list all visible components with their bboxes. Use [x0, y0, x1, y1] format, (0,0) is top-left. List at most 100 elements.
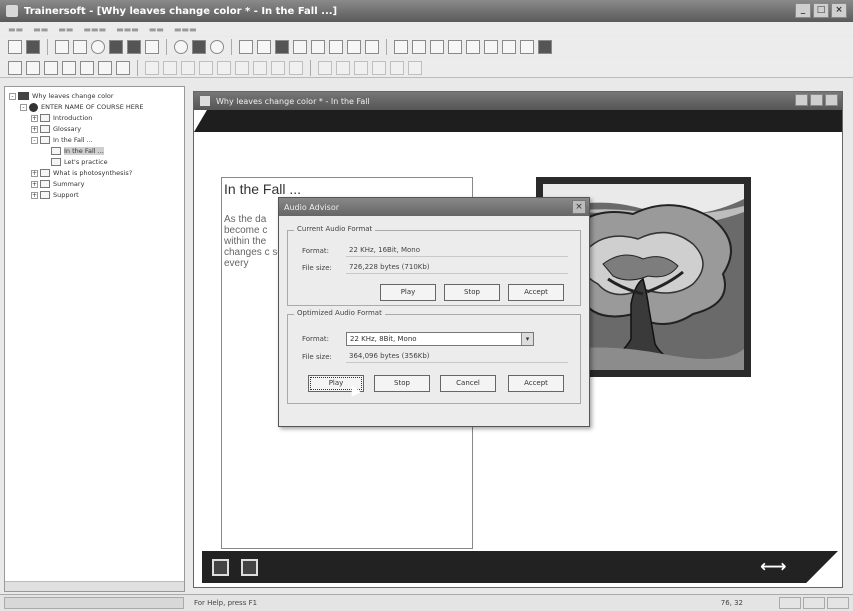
menu-item[interactable]: ▬▬ [33, 25, 48, 34]
new-icon[interactable] [8, 40, 22, 54]
align-right-icon[interactable] [62, 60, 76, 75]
align-center-icon[interactable] [44, 60, 58, 75]
book-icon [18, 92, 29, 100]
tree-scrollbar[interactable] [5, 581, 184, 591]
paste-icon[interactable] [91, 40, 105, 54]
collapse-icon[interactable]: - [20, 103, 27, 111]
grid-snap-icon[interactable] [8, 60, 22, 75]
tree-item[interactable]: - ENTER NAME OF COURSE HERE [7, 102, 182, 112]
maximize-button[interactable]: □ [813, 3, 829, 18]
chart-icon[interactable] [257, 40, 271, 54]
group-icon[interactable] [354, 60, 368, 75]
font-color-icon[interactable] [271, 60, 285, 75]
expand-icon[interactable]: + [31, 180, 38, 188]
optimized-accept-button[interactable]: Accept [508, 375, 564, 392]
link-icon[interactable] [448, 40, 462, 54]
tree-horizontal-scrollbar[interactable] [4, 597, 184, 609]
menu-item[interactable]: ▬▬▬ [83, 25, 106, 34]
text-tool-icon[interactable] [347, 40, 361, 54]
arrange-icon[interactable] [336, 60, 350, 75]
current-accept-button[interactable]: Accept [508, 284, 564, 301]
minimize-button[interactable]: _ [795, 3, 811, 18]
tree-item[interactable]: - Why leaves change color [7, 91, 182, 101]
audio-advisor-dialog: Audio Advisor × Current Audio Format For… [278, 197, 590, 427]
cancel-button[interactable]: Cancel [440, 375, 496, 392]
publish-icon[interactable] [127, 40, 141, 54]
tree-item[interactable]: - In the Fall ... [7, 135, 182, 145]
optimized-format-select[interactable]: 22 KHz, 8Bit, Mono ▾ [346, 332, 534, 346]
close-button[interactable]: × [831, 3, 847, 18]
status-indicators [779, 597, 849, 609]
main-toolbar [0, 37, 853, 57]
chevron-down-icon[interactable]: ▾ [521, 333, 533, 345]
tree-item[interactable]: + Introduction [7, 113, 182, 123]
expand-icon[interactable]: + [31, 169, 38, 177]
text-align-icon[interactable] [217, 60, 231, 75]
save-icon[interactable] [26, 40, 40, 54]
tree-item[interactable]: + Support [7, 190, 182, 200]
tools-icon[interactable] [502, 40, 516, 54]
tree-item[interactable]: + What is photosynthesis? [7, 168, 182, 178]
distribute-icon[interactable] [80, 60, 94, 75]
collapse-icon[interactable]: - [31, 136, 38, 144]
tree-item[interactable]: + Summary [7, 179, 182, 189]
copy-icon[interactable] [73, 40, 87, 54]
send-back-icon[interactable] [408, 60, 422, 75]
tree-item[interactable]: Let's practice [7, 157, 182, 167]
ungroup-icon[interactable] [372, 60, 386, 75]
current-play-button[interactable]: Play [380, 284, 436, 301]
print-icon[interactable] [145, 40, 159, 54]
page-icon[interactable] [394, 40, 408, 54]
menu-item[interactable]: ▬▬▬ [174, 25, 197, 34]
sound-icon[interactable] [311, 40, 325, 54]
menu-item[interactable]: ▬▬ [8, 25, 23, 34]
graphic-icon[interactable] [466, 40, 480, 54]
menu-item[interactable]: ▬▬ [149, 25, 164, 34]
object-icon[interactable] [318, 60, 332, 75]
properties-icon[interactable] [520, 40, 534, 54]
rectangle-tool-icon[interactable] [192, 40, 206, 54]
help-icon[interactable] [538, 40, 552, 54]
bullet-icon[interactable] [235, 60, 249, 75]
menu-item[interactable]: ▬▬ [58, 25, 73, 34]
bring-front-icon[interactable] [390, 60, 404, 75]
insert-icon[interactable] [289, 60, 303, 75]
indent-icon[interactable] [253, 60, 267, 75]
question-tool-icon[interactable] [365, 40, 379, 54]
dialog-close-icon[interactable]: × [572, 200, 586, 214]
grid-icon[interactable] [430, 40, 444, 54]
layout-icon[interactable] [412, 40, 426, 54]
font-icon[interactable] [145, 60, 159, 75]
audio-icon[interactable] [212, 558, 229, 576]
menu-item[interactable]: ▬▬▬ [116, 25, 139, 34]
tree-item[interactable]: + Glossary [7, 124, 182, 134]
page-nav-arrows-icon[interactable]: ←→ [760, 557, 786, 577]
collapse-icon[interactable]: - [9, 92, 16, 100]
underline-icon[interactable] [199, 60, 213, 75]
ellipse-tool-icon[interactable] [210, 40, 224, 54]
doc-restore-button[interactable] [810, 94, 823, 106]
bold-icon[interactable] [163, 60, 177, 75]
glossary-icon[interactable] [241, 558, 258, 576]
doc-minimize-button[interactable] [795, 94, 808, 106]
preview-icon[interactable] [109, 40, 123, 54]
hash-icon[interactable] [116, 60, 130, 75]
expand-icon[interactable]: + [31, 114, 38, 122]
doc-close-button[interactable] [825, 94, 838, 106]
expand-icon[interactable]: + [31, 191, 38, 199]
color-icon[interactable] [484, 40, 498, 54]
circle-tool-icon[interactable] [174, 40, 188, 54]
optimized-stop-button[interactable]: Stop [374, 375, 430, 392]
italic-icon[interactable] [181, 60, 195, 75]
tree-item-label: Summary [53, 180, 85, 188]
movie-icon[interactable] [293, 40, 307, 54]
tree-item[interactable]: In the Fall ... [7, 146, 182, 156]
cut-icon[interactable] [55, 40, 69, 54]
current-stop-button[interactable]: Stop [444, 284, 500, 301]
align-left-icon[interactable] [26, 60, 40, 75]
format-icon[interactable] [98, 60, 112, 75]
expand-icon[interactable]: + [31, 125, 38, 133]
image-icon[interactable] [275, 40, 289, 54]
button-tool-icon[interactable] [329, 40, 343, 54]
table-icon[interactable] [239, 40, 253, 54]
